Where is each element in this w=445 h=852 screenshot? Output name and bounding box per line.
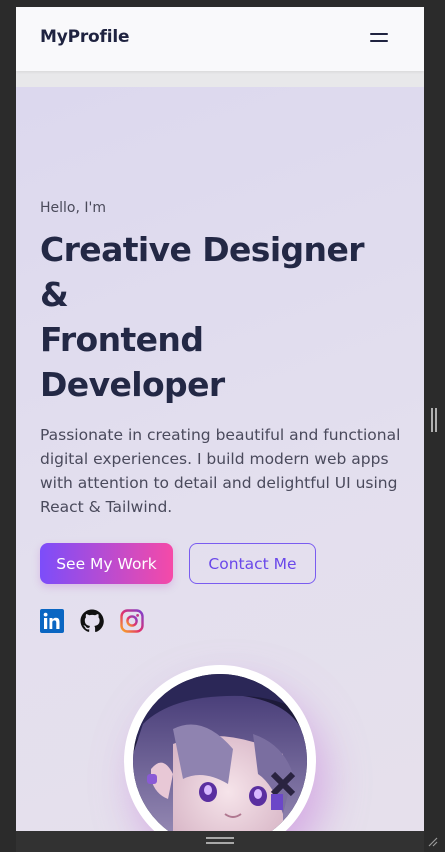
bottom-resize-bar: [16, 831, 438, 852]
hero-section: Hello, I'm Creative Designer & Frontend …: [16, 87, 424, 831]
linkedin-icon[interactable]: [40, 609, 64, 633]
resize-corner-icon[interactable]: [426, 835, 438, 847]
resize-grip: [206, 842, 234, 844]
avatar-image: [133, 674, 307, 831]
hero-headline: Creative Designer & Frontend Developer: [40, 227, 400, 407]
headline-line: Creative Designer: [40, 230, 365, 269]
browser-viewport: MyProfile Hello, I'm Creative Designer &…: [16, 7, 424, 831]
github-icon[interactable]: [80, 609, 104, 633]
side-resize-handle: [435, 408, 437, 432]
contact-me-button[interactable]: Contact Me: [189, 543, 316, 584]
profile-avatar: [124, 665, 316, 831]
see-my-work-button[interactable]: See My Work: [40, 543, 173, 584]
headline-line: Frontend: [40, 320, 204, 359]
hero-description: Passionate in creating beautiful and fun…: [40, 426, 401, 516]
brand-logo[interactable]: MyProfile: [40, 27, 130, 47]
resize-grip[interactable]: [206, 837, 234, 839]
headline-line: Developer: [40, 365, 225, 404]
side-resize-handle[interactable]: [431, 408, 433, 432]
navbar: MyProfile: [16, 7, 424, 71]
navbar-spacer: [16, 71, 424, 87]
instagram-icon[interactable]: [120, 609, 144, 633]
hamburger-menu-icon[interactable]: [370, 31, 390, 47]
greeting-text: Hello, I'm: [40, 200, 107, 216]
headline-line: &: [40, 275, 69, 314]
